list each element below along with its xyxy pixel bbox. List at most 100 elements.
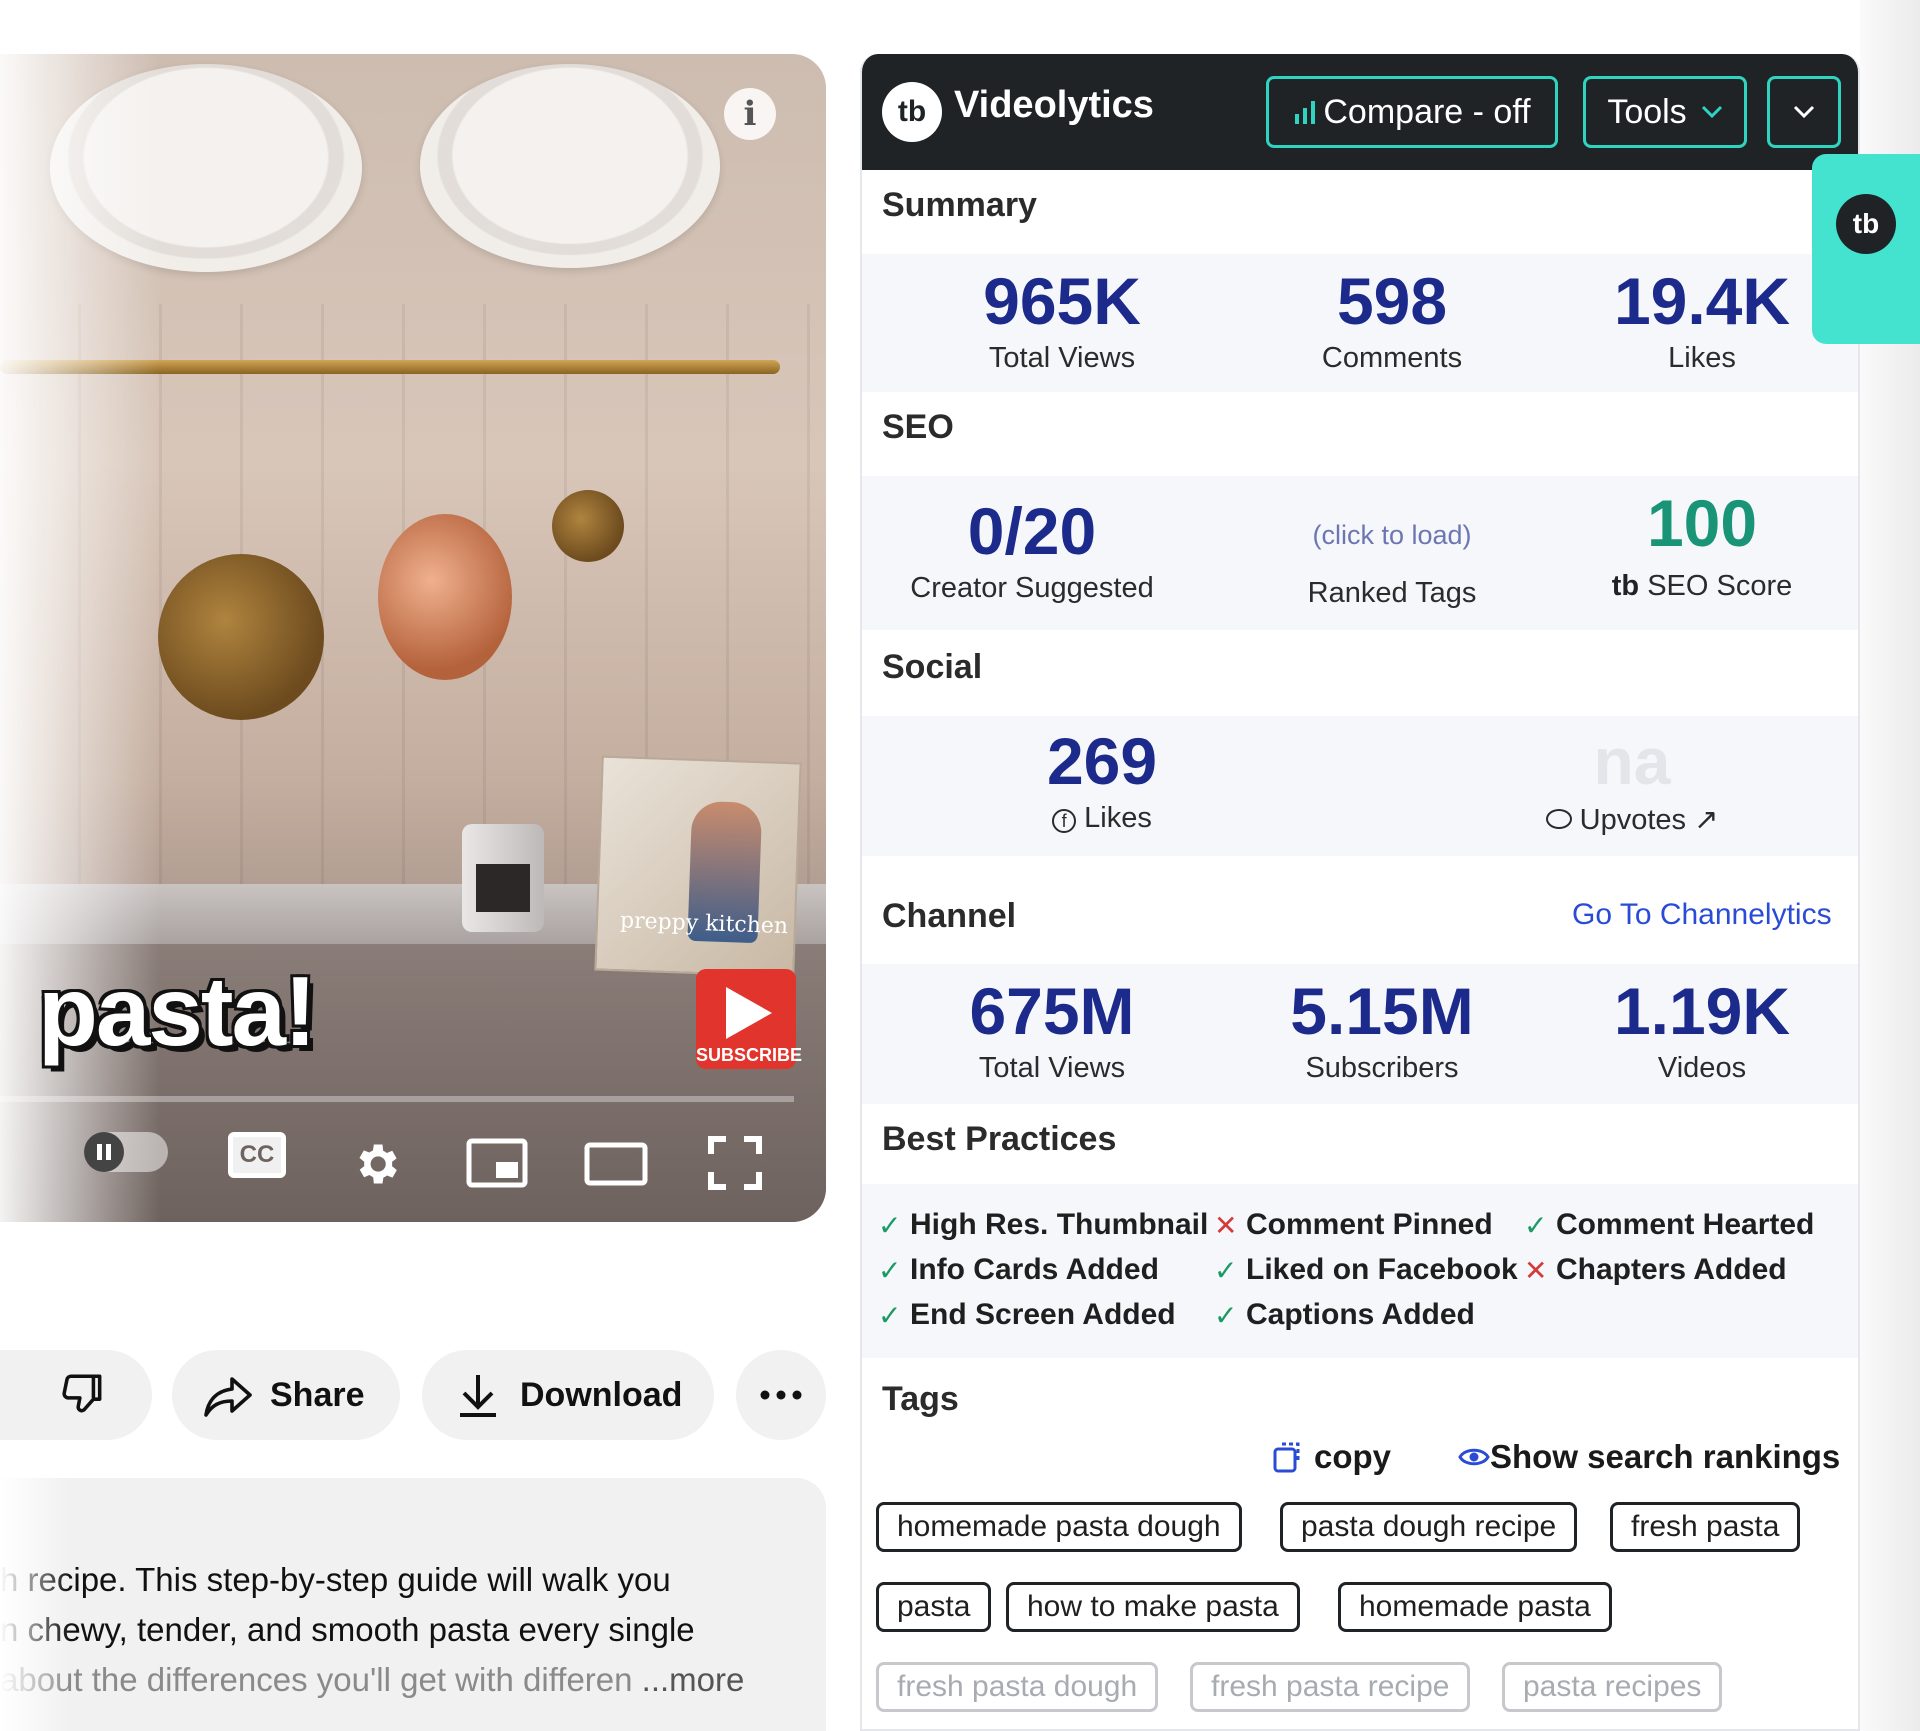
check-icon: ✓ [878, 1209, 902, 1241]
seo-title: SEO [882, 408, 954, 446]
compare-button[interactable]: Compare - off [1266, 76, 1558, 148]
best-practice-item: ✕ Chapters Added [1524, 1253, 1787, 1287]
hanging-pan [158, 554, 324, 720]
thumbs-down-icon [62, 1374, 102, 1413]
chevron-down-icon [1793, 105, 1815, 119]
channelytics-link[interactable]: Go To Channelytics [1572, 898, 1832, 932]
tag-chip[interactable]: pasta [876, 1582, 992, 1632]
tag-chip[interactable]: fresh pasta dough [876, 1662, 1159, 1712]
tag-chip[interactable]: pasta dough recipe [1280, 1502, 1578, 1552]
best-practice-label: Comment Pinned [1246, 1208, 1493, 1241]
best-practice-item: ✓ Info Cards Added [878, 1253, 1159, 1287]
info-icon[interactable]: i [724, 88, 776, 140]
ranked-tags-load-link[interactable]: (click to load) [1242, 520, 1542, 551]
miniplayer-button[interactable] [466, 1138, 528, 1193]
copy-label: copy [1314, 1438, 1392, 1475]
check-icon: ✓ [1214, 1254, 1238, 1286]
eye-icon [1458, 1448, 1490, 1466]
tubebuddy-icon: tb [1611, 570, 1640, 602]
copy-tags-button[interactable]: copy [1272, 1438, 1391, 1476]
best-practice-item: ✓ High Res. Thumbnail [878, 1208, 1208, 1242]
total-views-stat: 965K Total Views [922, 268, 1202, 375]
ranked-tags-label: Ranked Tags [1307, 577, 1477, 609]
download-button[interactable]: Download [422, 1350, 714, 1440]
dislike-button[interactable] [0, 1350, 152, 1440]
channel-title: Channel [882, 897, 1017, 935]
total-views-value: 965K [983, 264, 1141, 338]
settings-button[interactable] [350, 1138, 402, 1195]
tag-chip[interactable]: homemade pasta [1338, 1582, 1612, 1632]
cookbook-title: preppy kitchen [619, 908, 789, 940]
tag-chip[interactable]: fresh pasta [1610, 1502, 1801, 1552]
subscribe-watermark-button[interactable]: SUBSCRIBE [696, 969, 802, 1069]
tag-chip[interactable]: homemade pasta dough [876, 1502, 1242, 1552]
tag-chip[interactable]: fresh pasta recipe [1190, 1662, 1471, 1712]
chevron-down-icon [1701, 105, 1722, 119]
external-link-icon: ↗ [1694, 804, 1719, 836]
description-line-1: h recipe. This step-by-step guide will w… [0, 1561, 671, 1598]
tags-title: Tags [882, 1380, 959, 1418]
likes-value: 19.4K [1613, 264, 1791, 338]
theater-mode-button[interactable] [584, 1142, 648, 1191]
description-more-link[interactable]: ...more [642, 1661, 745, 1698]
best-practice-item: ✕ Comment Pinned [1214, 1208, 1493, 1242]
theater-icon [584, 1142, 648, 1186]
reddit-upvotes-caption[interactable]: Upvotes ↗ [1462, 802, 1802, 837]
facebook-icon: f [1052, 809, 1077, 833]
check-icon: ✓ [878, 1299, 902, 1331]
progress-bar[interactable] [0, 1096, 794, 1102]
share-button[interactable]: Share [172, 1350, 400, 1440]
check-icon: ✓ [1214, 1299, 1238, 1331]
tubebuddy-side-tab[interactable]: tb [1812, 154, 1920, 344]
videos-label: Videos [1657, 1052, 1747, 1084]
videos-stat: 1.19K Videos [1562, 978, 1842, 1085]
best-practice-item: ✓ Liked on Facebook [1214, 1253, 1518, 1287]
bar-chart-icon [1295, 101, 1316, 124]
comments-label: Comments [1321, 342, 1463, 374]
copy-icon [1273, 1442, 1300, 1473]
plate-right [420, 64, 720, 268]
show-search-rankings-button[interactable]: Show search rankings [1458, 1438, 1840, 1476]
best-practice-item: ✓ End Screen Added [878, 1298, 1176, 1332]
tools-dropdown[interactable]: Tools [1583, 76, 1747, 148]
miniplayer-icon [466, 1138, 528, 1188]
best-practice-item: ✓ Captions Added [1214, 1298, 1475, 1332]
description-line-2: n chewy, tender, and smooth pasta every … [0, 1611, 695, 1648]
more-actions-button[interactable] [736, 1350, 826, 1440]
seo-score-caption: tb SEO Score [1562, 570, 1842, 603]
likes-stat: 19.4K Likes [1582, 268, 1822, 375]
x-icon: ✕ [1214, 1209, 1238, 1241]
ranked-tags-stat: (click to load) Ranked Tags [1242, 512, 1542, 610]
fullscreen-button[interactable] [708, 1136, 762, 1195]
collapse-panel-button[interactable] [1767, 76, 1841, 148]
autoplay-toggle[interactable] [84, 1132, 168, 1172]
reddit-upvotes-stat: na Upvotes ↗ [1462, 728, 1802, 837]
best-practice-label: High Res. Thumbnail [910, 1208, 1209, 1241]
seo-stats: 0/20 Creator Suggested (click to load) R… [862, 476, 1858, 630]
reddit-upvotes-label: Upvotes [1579, 804, 1687, 836]
videolytics-panel: tb Videolytics Compare - off Tools Summa… [860, 54, 1860, 1731]
tag-chip[interactable]: how to make pasta [1006, 1582, 1300, 1632]
description-line-3-text: about the differences you'll get with di… [0, 1661, 633, 1698]
channel-stats: 675M Total Views 5.15M Subscribers 1.19K… [862, 964, 1858, 1104]
download-label: Download [520, 1375, 683, 1414]
channel-views-label: Total Views [978, 1052, 1126, 1084]
x-icon: ✕ [1524, 1254, 1548, 1286]
subscribers-value: 5.15M [1290, 974, 1474, 1048]
seo-score-stat: 100 tb SEO Score [1562, 490, 1842, 603]
total-views-label: Total Views [988, 342, 1136, 374]
captions-button[interactable]: CC [228, 1132, 286, 1178]
more-horizontal-icon [760, 1390, 802, 1400]
jar [462, 824, 544, 932]
best-practices-title: Best Practices [882, 1120, 1117, 1158]
reddit-upvotes-value: na [1593, 724, 1671, 798]
best-practice-label: Chapters Added [1556, 1253, 1787, 1286]
creator-suggested-stat: 0/20 Creator Suggested [882, 498, 1182, 605]
facebook-likes-stat: 269 f Likes [972, 728, 1232, 835]
tag-chip[interactable]: pasta recipes [1502, 1662, 1723, 1712]
pause-icon [84, 1132, 124, 1172]
videolytics-logo: tb [882, 82, 942, 142]
subscribers-label: Subscribers [1305, 1052, 1459, 1084]
best-practice-label: Comment Hearted [1556, 1208, 1815, 1241]
best-practice-label: End Screen Added [910, 1298, 1176, 1331]
